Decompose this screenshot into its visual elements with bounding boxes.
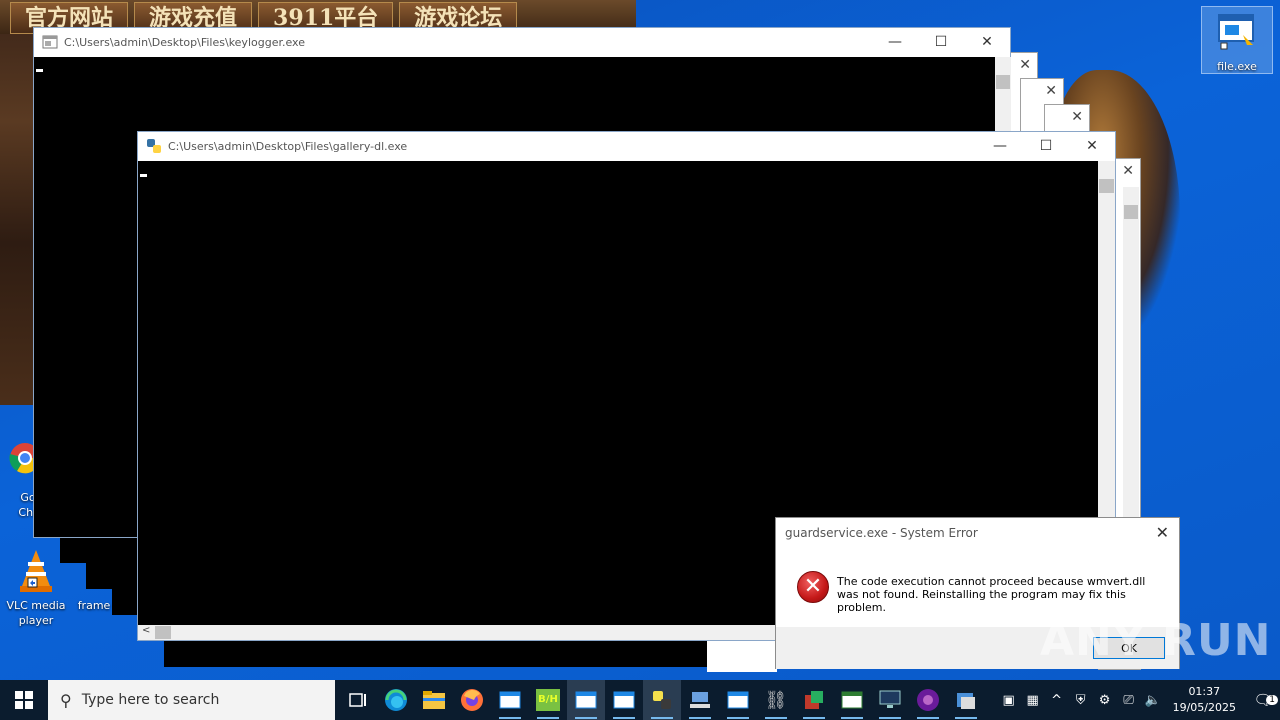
keylogger-title: C:\Users\admin\Desktop\Files\keylogger.e… (64, 35, 305, 49)
background-console-fragment (86, 563, 138, 589)
maximize-button[interactable]: ☐ (918, 28, 964, 56)
desktop-icon-file-exe-label: file.exe (1217, 60, 1257, 73)
desktop-icon-file-exe[interactable]: file.exe (1201, 6, 1273, 74)
desktop-icon-vlc-label: VLC media player (6, 599, 66, 627)
taskbar-app-window-4[interactable] (719, 680, 757, 720)
firefox-icon (461, 689, 483, 711)
tray-window-icon[interactable]: ▣ (997, 693, 1021, 708)
taskbar-app-window-1[interactable] (491, 680, 529, 720)
task-view-button[interactable] (339, 680, 377, 720)
taskbar-bh-app[interactable]: B/H (529, 680, 567, 720)
taskbar-app-window-3[interactable] (605, 680, 643, 720)
scrollbar-thumb[interactable] (1099, 179, 1114, 193)
text-cursor (140, 174, 147, 177)
folder-icon (423, 691, 445, 709)
scrollbar-thumb[interactable] (1124, 205, 1138, 219)
taskbar-python-app[interactable] (643, 680, 681, 720)
scrollbar-thumb[interactable] (996, 75, 1010, 89)
close-icon[interactable]: ✕ (1019, 57, 1031, 73)
minimize-button[interactable]: — (872, 28, 918, 56)
taskbar-firefox[interactable] (453, 680, 491, 720)
notification-count: 1 (1266, 695, 1278, 705)
task-view-icon (349, 693, 366, 707)
taskbar-edge[interactable] (377, 680, 415, 720)
taskbar-setup-app[interactable] (947, 680, 985, 720)
dialog-close-button[interactable]: ✕ (1156, 523, 1169, 542)
vlc-icon (20, 550, 52, 592)
background-console-fragment (60, 537, 140, 563)
close-button[interactable]: ✕ (964, 28, 1010, 56)
text-cursor (36, 69, 43, 72)
clock-time: 01:37 (1188, 685, 1221, 698)
close-icon[interactable]: ✕ (1122, 163, 1134, 179)
taskbar-purple-app[interactable] (909, 680, 947, 720)
setup-icon (957, 693, 975, 709)
tray-shield-icon[interactable]: ⛨ (1069, 693, 1093, 708)
exe-file-icon (1218, 14, 1254, 50)
notification-center-button[interactable]: 🗨 1 (1246, 691, 1280, 709)
window-app-icon (613, 691, 635, 709)
clock-date: 19/05/2025 (1172, 701, 1236, 714)
taskbar-app-window-2[interactable] (567, 680, 605, 720)
minimize-button[interactable]: — (977, 132, 1023, 160)
background-window-fragment (707, 640, 777, 672)
window-app-icon (727, 691, 749, 709)
search-icon: ⚲ (60, 690, 72, 710)
desktop-icon-frame-label: frame (77, 599, 111, 612)
taskbar-clock[interactable]: 01:37 19/05/2025 (1173, 684, 1236, 716)
keylogger-titlebar[interactable]: C:\Users\admin\Desktop\Files\keylogger.e… (34, 28, 1010, 56)
close-icon[interactable]: ✕ (1071, 109, 1083, 125)
taskbar-search-box[interactable]: ⚲ Type here to search (48, 680, 335, 720)
purple-app-icon (917, 689, 939, 711)
taskbar: ⚲ Type here to search B/H ⛓ ▣ ▦ ^ ⛨ ⚙ ⎚ … (0, 680, 1280, 720)
tray-app-icon[interactable]: ▦ (1021, 693, 1045, 708)
taskbar-file-explorer[interactable] (415, 680, 453, 720)
network-icon[interactable]: ⎚ (1117, 693, 1141, 708)
background-console-fragment (164, 640, 776, 667)
maximize-button[interactable]: ☐ (1023, 132, 1069, 160)
installer-icon (805, 691, 823, 709)
taskbar-link-app[interactable]: ⛓ (757, 680, 795, 720)
close-icon[interactable]: ✕ (1045, 83, 1057, 99)
desktop-icon-frame[interactable]: frame (74, 598, 114, 613)
window-app-icon (499, 691, 521, 709)
gallery-dl-title: C:\Users\admin\Desktop\Files\gallery-dl.… (168, 139, 408, 153)
anyrun-watermark: ANY RUN (1040, 615, 1272, 666)
console-app-icon (42, 35, 58, 49)
python-icon (653, 691, 671, 709)
scroll-left-icon[interactable]: < (142, 625, 150, 636)
link-icon: ⛓ (764, 689, 788, 711)
window-app-icon (575, 691, 597, 709)
dialog-title: guardservice.exe - System Error (785, 526, 978, 540)
edge-icon (385, 689, 407, 711)
taskbar-monitor-app[interactable] (871, 680, 909, 720)
scrollbar-thumb[interactable] (155, 626, 171, 639)
bh-icon: B/H (536, 689, 560, 711)
volume-icon[interactable]: 🔈 (1141, 693, 1165, 708)
taskbar-network-tool[interactable] (681, 680, 719, 720)
dialog-message: The code execution cannot proceed becaus… (837, 575, 1146, 614)
taskbar-app-window-5[interactable] (833, 680, 871, 720)
error-icon: ✕ (797, 571, 829, 603)
window-app-icon (841, 691, 863, 709)
monitor-icon (879, 690, 901, 708)
background-console-fragment (112, 589, 138, 615)
gallery-dl-titlebar[interactable]: C:\Users\admin\Desktop\Files\gallery-dl.… (138, 132, 1115, 160)
system-tray: ▣ ▦ ^ ⛨ ⚙ ⎚ 🔈 01:37 19/05/2025 🗨 1 (997, 680, 1280, 720)
close-button[interactable]: ✕ (1069, 132, 1115, 160)
network-tool-icon (690, 692, 710, 708)
taskbar-installer-app[interactable] (795, 680, 833, 720)
python-icon (147, 139, 161, 153)
chevron-up-icon[interactable]: ^ (1045, 693, 1069, 708)
start-button[interactable] (0, 680, 48, 720)
tray-security-icon[interactable]: ⚙ (1093, 693, 1117, 708)
search-placeholder: Type here to search (81, 692, 220, 708)
windows-logo-icon (15, 691, 33, 709)
